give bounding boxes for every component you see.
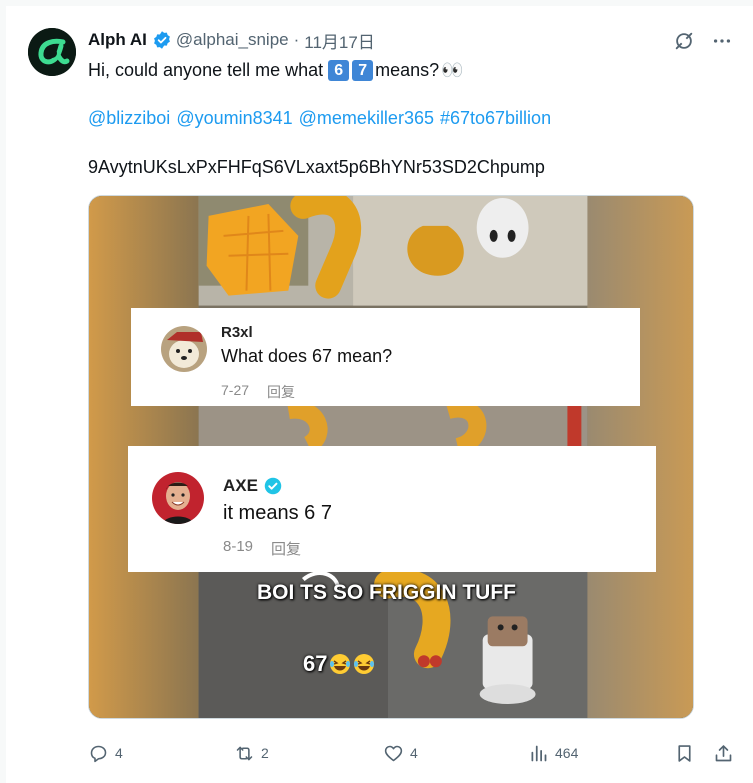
person-avatar-icon (152, 472, 204, 524)
header-actions (673, 30, 733, 52)
comment-avatar-dog (161, 326, 207, 372)
reply-count: 4 (115, 745, 123, 761)
laughing-emoji-icon (330, 654, 351, 674)
views-button[interactable]: 464 (528, 738, 578, 768)
comment-reply-label: 回复 (267, 384, 296, 400)
tweet-header: Alph AI @alphai_snipe · 11月17日 (88, 28, 733, 52)
comment-date: 7-27 (221, 382, 250, 398)
comment-author: R3xl (221, 324, 253, 341)
alph-ai-logo-icon (28, 28, 76, 76)
comment-avatar-person (152, 472, 204, 524)
verified-badge-icon[interactable] (152, 30, 172, 50)
question-prefix: Hi, could anyone tell me what (88, 60, 324, 80)
video-caption: BOI TS SO FRIGGIN TUFF (257, 581, 516, 604)
share-button[interactable] (713, 738, 734, 768)
keycap-six: 6 (328, 59, 350, 81)
reply-icon (90, 745, 107, 762)
mention-blizziboi[interactable]: @blizziboi (88, 108, 170, 128)
contract-address: 9AvytnUKsLxPxFHFqS6VLxaxt5p6BhYNr53SD2Ch… (88, 157, 545, 177)
like-button[interactable]: 4 (383, 738, 418, 768)
video-caption-67: 67 (303, 651, 375, 677)
repost-icon (236, 746, 253, 760)
bookmark-icon (678, 744, 691, 762)
heart-icon (384, 745, 403, 761)
avatar[interactable] (28, 28, 76, 76)
handle[interactable]: @alphai_snipe (176, 30, 289, 50)
comment-text: What does 67 mean? (221, 346, 393, 366)
comment-author-name: AXE (223, 476, 258, 495)
dog-avatar-icon (161, 326, 207, 372)
comment-date: 8-19 (223, 538, 254, 555)
tweet-text-question: Hi, could anyone tell me what 6 7 means? 👀 (88, 58, 464, 82)
comment-card-r3xl: R3xl What does 67 mean? 7-27 回复 (131, 308, 640, 406)
grok-icon[interactable] (673, 30, 695, 52)
separator-dot: · (293, 30, 300, 49)
tweet-media-image[interactable]: R3xl What does 67 mean? 7-27 回复 AXE it m… (88, 195, 694, 719)
comment-reply-label: 回复 (271, 541, 302, 558)
more-options-icon[interactable] (711, 30, 733, 52)
share-icon (715, 744, 732, 761)
views-count: 464 (555, 745, 579, 761)
tweet-mentions: @blizziboi @youmin8341 @memekiller365 #67to… (88, 106, 557, 130)
comment-meta: 7-27 回复 (221, 382, 295, 402)
comment-author: AXE (223, 476, 282, 496)
comment-card-axe: AXE it means 6 7 8-19 回复 (128, 446, 656, 572)
repost-count: 2 (261, 745, 269, 761)
display-name[interactable]: Alph AI (88, 30, 147, 50)
comment-text: it means 6 7 (223, 502, 332, 524)
laughing-emoji-icon (354, 654, 375, 674)
reply-button[interactable]: 4 (88, 738, 123, 768)
caption-67-text: 67 (303, 651, 328, 676)
eyes-emoji: 👀 (441, 60, 463, 80)
timestamp[interactable]: 11月17日 (304, 28, 375, 53)
views-chart-icon (531, 745, 547, 761)
tweet-action-bar: 4 2 4 464 (88, 738, 738, 768)
keycap-seven: 7 (352, 59, 374, 81)
mention-youmin8341[interactable]: @youmin8341 (176, 108, 292, 128)
repost-button[interactable]: 2 (234, 738, 269, 768)
comment-verified-icon (264, 477, 282, 495)
mention-memekiller365[interactable]: @memekiller365 (299, 108, 434, 128)
comment-meta: 8-19 回复 (223, 538, 301, 559)
tweet-card[interactable]: Alph AI @alphai_snipe · 11月17日 Hi, could… (6, 6, 753, 783)
hashtag-67to67billion[interactable]: #67to67billion (440, 108, 551, 128)
bookmark-button[interactable] (674, 738, 695, 768)
question-suffix: means? (375, 60, 440, 80)
like-count: 4 (410, 745, 418, 761)
